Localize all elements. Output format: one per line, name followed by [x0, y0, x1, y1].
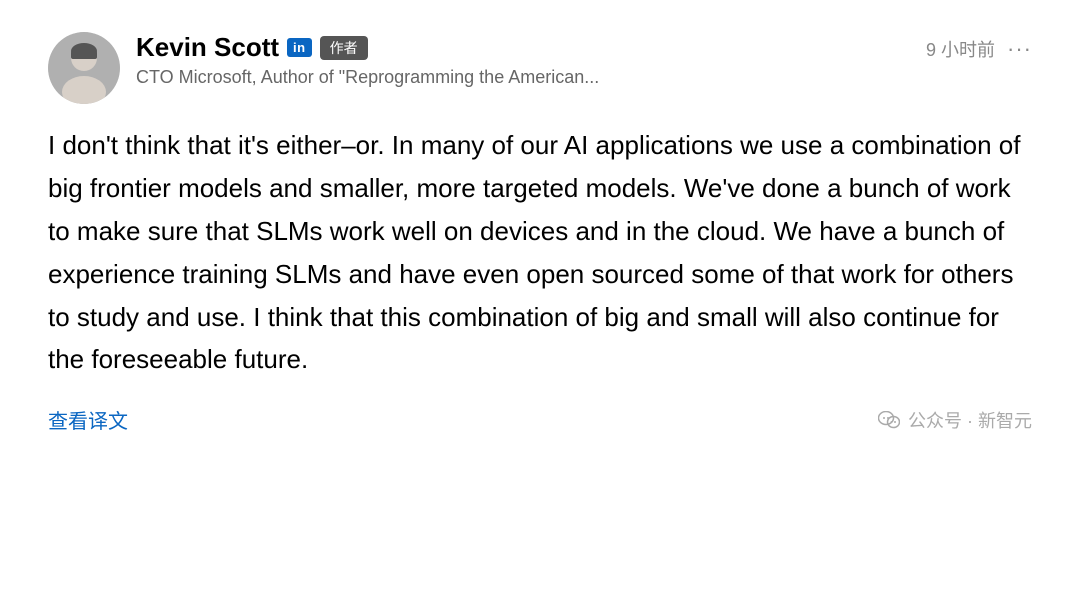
- author-section: Kevin Scott in 作者 CTO Microsoft, Author …: [48, 32, 599, 104]
- wechat-source: 公众号 · 新智元: [878, 407, 1032, 433]
- translate-link[interactable]: 查看译文: [48, 405, 128, 434]
- post-header: Kevin Scott in 作者 CTO Microsoft, Author …: [48, 32, 1032, 104]
- linkedin-badge: in: [287, 38, 312, 57]
- post-card: Kevin Scott in 作者 CTO Microsoft, Author …: [0, 0, 1080, 595]
- post-meta: 9 小时前 ···: [926, 32, 1032, 62]
- author-name-row: Kevin Scott in 作者: [136, 32, 599, 63]
- post-footer: 查看译文 公众号 · 新智元: [48, 405, 1032, 434]
- author-name: Kevin Scott: [136, 32, 279, 63]
- post-time: 9 小时前: [926, 36, 995, 62]
- post-content: I don't think that it's either–or. In ma…: [48, 124, 1028, 381]
- author-title: CTO Microsoft, Author of "Reprogramming …: [136, 67, 599, 88]
- author-info: Kevin Scott in 作者 CTO Microsoft, Author …: [136, 32, 599, 88]
- wechat-icon: [878, 411, 900, 429]
- avatar[interactable]: [48, 32, 120, 104]
- more-options-button[interactable]: ···: [1007, 36, 1032, 62]
- author-role-badge: 作者: [320, 36, 368, 60]
- wechat-label: 公众号 · 新智元: [908, 407, 1032, 433]
